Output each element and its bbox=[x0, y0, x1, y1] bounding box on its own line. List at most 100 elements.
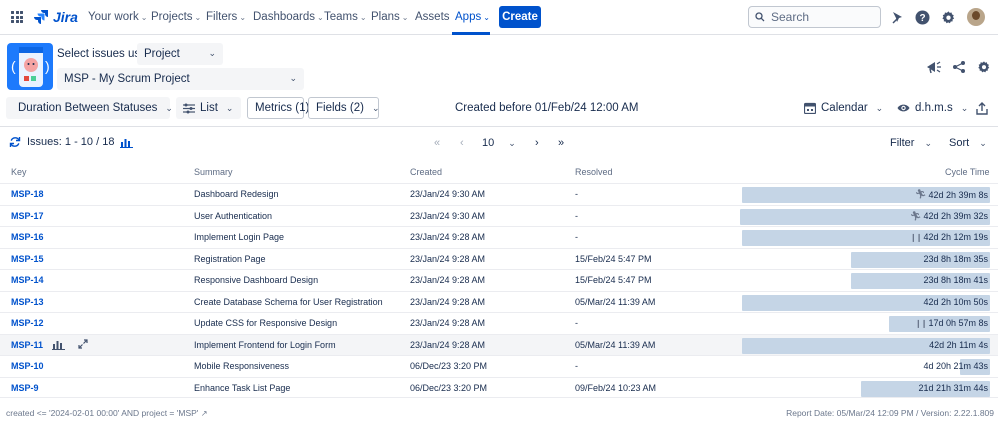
next-page-icon[interactable]: › bbox=[535, 137, 539, 149]
nav-label: Assets bbox=[415, 11, 450, 23]
cycle-time-value: 4d 20h 21m 43s bbox=[923, 361, 988, 371]
project-select[interactable]: MSP - My Scrum Project ⌄ bbox=[57, 68, 304, 90]
nav-apps[interactable]: Apps ⌄ bbox=[455, 11, 490, 23]
chevron-down-icon: ⌄ bbox=[239, 12, 247, 22]
jira-logo[interactable]: Jira bbox=[33, 9, 78, 25]
issue-summary: Implement Login Page bbox=[194, 232, 285, 242]
chevron-down-icon: ⌄ bbox=[317, 12, 324, 22]
issue-key-link[interactable]: MSP-13 bbox=[11, 297, 44, 307]
issue-key-link[interactable]: MSP-9 bbox=[11, 383, 39, 393]
issue-summary: Enhance Task List Page bbox=[194, 382, 291, 393]
issue-key-link[interactable]: MSP-12 bbox=[11, 318, 44, 328]
eye-icon bbox=[897, 104, 910, 112]
external-link-icon[interactable]: ↗ bbox=[201, 409, 208, 418]
table-row[interactable]: MSP-17 User Authentication 23/Jan/24 9:30 … bbox=[0, 204, 998, 227]
user-avatar[interactable] bbox=[967, 8, 985, 26]
announcement-icon[interactable] bbox=[925, 58, 943, 76]
column-header-cycle-time[interactable]: Cycle Time bbox=[945, 167, 990, 177]
jql-query[interactable]: created <= '2024-02-01 00:00' AND projec… bbox=[6, 408, 208, 418]
view-dropdown[interactable]: List ⌄ bbox=[176, 97, 241, 119]
table-row[interactable]: MSP-14 Responsive Dashboard Design 23/Jan/… bbox=[0, 269, 998, 291]
settings-icon[interactable] bbox=[940, 9, 956, 25]
created-before-filter: Created before 01/Feb/24 12:00 AM bbox=[455, 102, 639, 114]
share-icon[interactable] bbox=[950, 58, 968, 76]
time-format-dropdown[interactable]: d.h.m.s ⌄ bbox=[890, 97, 975, 119]
nav-plans[interactable]: Plans ⌄ bbox=[371, 11, 408, 23]
prev-page-icon[interactable]: ‹ bbox=[460, 137, 464, 149]
bar-chart-icon[interactable] bbox=[120, 137, 134, 148]
nav-label: Teams bbox=[324, 11, 358, 23]
calendar-label: Calendar bbox=[821, 102, 868, 114]
table-row[interactable]: MSP-12 Update CSS for Responsive Design 23… bbox=[0, 312, 998, 334]
column-header-resolved[interactable]: Resolved bbox=[575, 167, 613, 177]
report-type-dropdown[interactable]: Duration Between Statuses ⌄ bbox=[6, 97, 173, 119]
view-label: List bbox=[200, 102, 218, 114]
table-row[interactable]: MSP-11 Implement Frontend for Login Form 2… bbox=[0, 333, 998, 356]
refresh-icon[interactable] bbox=[9, 136, 21, 148]
running-icon: 🏃︎ bbox=[910, 210, 922, 221]
nav-filters[interactable]: Filters ⌄ bbox=[206, 11, 246, 23]
issue-key-link[interactable]: MSP-14 bbox=[11, 275, 44, 285]
sort-dropdown[interactable]: Sort ⌄ bbox=[949, 137, 987, 149]
issue-resolved: 09/Feb/24 10:23 AM bbox=[575, 382, 657, 393]
table-row[interactable]: MSP-18 Dashboard Redesign 23/Jan/24 9:30 A… bbox=[0, 183, 998, 205]
first-page-icon[interactable]: « bbox=[434, 137, 440, 149]
issue-resolved: 15/Feb/24 5:47 PM bbox=[575, 253, 652, 264]
filter-label: Filter bbox=[890, 137, 915, 149]
chevron-down-icon: ⌄ bbox=[371, 102, 380, 113]
search-input[interactable]: Search bbox=[748, 6, 881, 28]
pause-icon: ❙❙ bbox=[915, 318, 927, 328]
issue-key-link[interactable]: MSP-16 bbox=[11, 232, 44, 242]
nav-teams[interactable]: Teams ⌄ bbox=[324, 11, 367, 23]
chevron-down-icon: ⌄ bbox=[401, 12, 409, 22]
chevron-down-icon: ⌄ bbox=[875, 102, 884, 113]
chevron-down-icon: ⌄ bbox=[140, 12, 148, 22]
app-switcher-icon[interactable] bbox=[11, 11, 23, 23]
create-button[interactable]: Create bbox=[499, 6, 541, 28]
notifications-icon[interactable] bbox=[889, 9, 905, 25]
issue-resolved: 05/Mar/24 11:39 AM bbox=[575, 296, 656, 307]
chevron-down-icon: ⌄ bbox=[979, 137, 987, 148]
calendar-icon bbox=[804, 102, 816, 114]
column-header-summary[interactable]: Summary bbox=[194, 167, 233, 177]
page-size-select[interactable]: 10 ⌄ bbox=[482, 137, 516, 149]
column-header-key[interactable]: Key bbox=[11, 167, 27, 177]
issue-key-link[interactable]: MSP-11 bbox=[11, 340, 43, 350]
table-row[interactable]: MSP-15 Registration Page 23/Jan/24 9:28 AM… bbox=[0, 247, 998, 270]
issue-key-link[interactable]: MSP-17 bbox=[11, 211, 44, 221]
chevron-down-icon: ⌄ bbox=[165, 102, 173, 113]
table-row[interactable]: MSP-16 Implement Login Page 23/Jan/24 9:28… bbox=[0, 226, 998, 248]
nav-label: Projects bbox=[151, 11, 193, 23]
table-row[interactable]: MSP-13 Create Database Schema for User Re… bbox=[0, 290, 998, 313]
help-icon[interactable]: ? bbox=[914, 9, 930, 25]
nav-your-work[interactable]: Your work ⌄ bbox=[88, 11, 147, 23]
nav-projects[interactable]: Projects ⌄ bbox=[151, 11, 201, 23]
expand-icon[interactable] bbox=[78, 338, 88, 352]
cycle-time-value: 21d 21h 31m 44s bbox=[918, 383, 988, 393]
issue-key-link[interactable]: MSP-10 bbox=[11, 361, 44, 371]
filter-dropdown[interactable]: Filter ⌄ bbox=[890, 137, 932, 149]
metrics-button[interactable]: Metrics (1) bbox=[247, 97, 309, 119]
table-row[interactable]: MSP-9 Enhance Task List Page 06/Dec/23 3:2… bbox=[0, 376, 998, 399]
nav-label: Apps bbox=[455, 11, 482, 23]
page-size-value: 10 bbox=[482, 137, 495, 149]
cycle-time-value: 42d 2h 11m 4s bbox=[929, 340, 988, 350]
fields-dropdown[interactable]: Fields (2) ⌄ bbox=[308, 97, 379, 119]
export-icon[interactable] bbox=[972, 97, 992, 119]
settings-icon[interactable] bbox=[975, 58, 993, 76]
table-row[interactable]: MSP-10 Mobile Responsiveness 06/Dec/23 3:2… bbox=[0, 355, 998, 377]
nav-assets[interactable]: Assets bbox=[415, 11, 450, 23]
cycle-time-value: ❙❙ 17d 0h 57m 8s bbox=[915, 318, 988, 328]
last-page-icon[interactable]: » bbox=[558, 137, 564, 149]
bar-chart-icon[interactable] bbox=[52, 339, 65, 353]
issue-key-link[interactable]: MSP-18 bbox=[11, 189, 44, 199]
calendar-dropdown[interactable]: Calendar ⌄ bbox=[797, 97, 890, 119]
chevron-down-icon: ⌄ bbox=[924, 137, 932, 148]
issue-source-select[interactable]: Project ⌄ bbox=[137, 43, 223, 65]
issue-created: 23/Jan/24 9:28 AM bbox=[410, 339, 486, 350]
nav-dashboards[interactable]: Dashboards ⌄ bbox=[253, 11, 324, 23]
nav-label: Your work bbox=[88, 11, 139, 23]
cycle-time-text: 42d 2h 11m 4s bbox=[929, 339, 988, 350]
issue-key-link[interactable]: MSP-15 bbox=[11, 254, 44, 264]
column-header-created[interactable]: Created bbox=[410, 167, 442, 177]
